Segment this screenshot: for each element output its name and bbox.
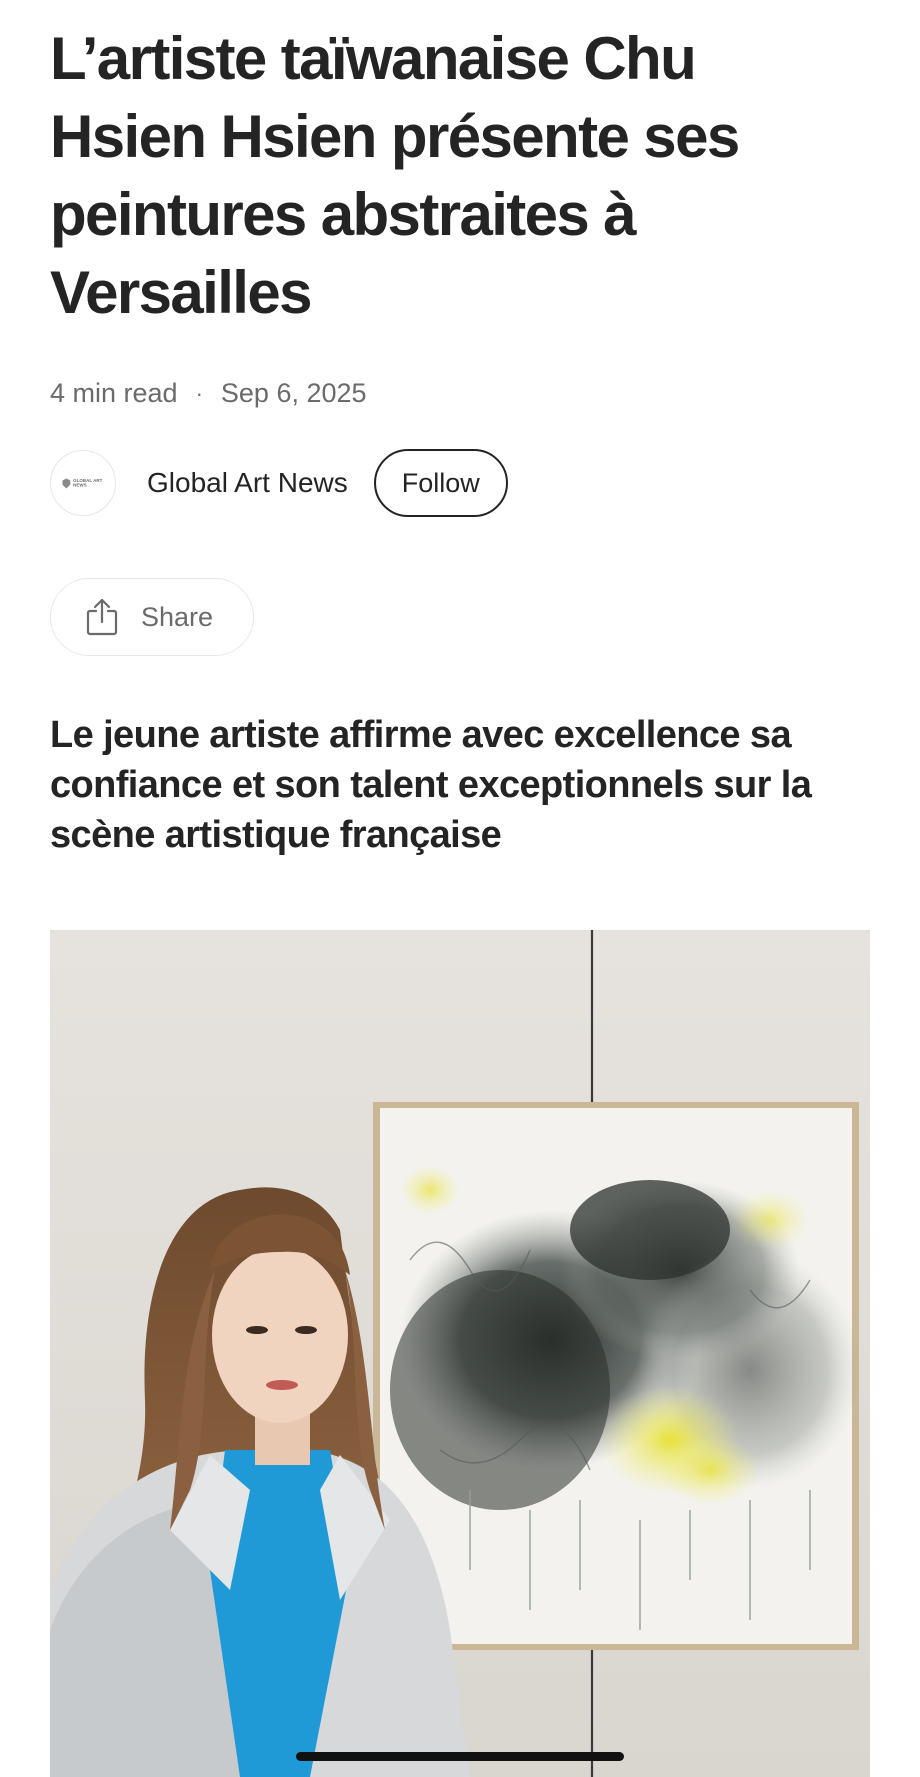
share-label: Share bbox=[141, 601, 214, 632]
author-row: GLOBAL ART NEWS Global Art News Follow bbox=[50, 447, 508, 519]
shield-icon bbox=[62, 478, 71, 488]
publish-date: Sep 6, 2025 bbox=[220, 378, 367, 408]
article-subtitle: Le jeune artiste affirme avec excellence… bbox=[50, 714, 812, 856]
share-button[interactable]: Share bbox=[50, 578, 254, 656]
hero-photo bbox=[50, 930, 870, 1777]
article: L’artiste taïwanaise Chu Hsien Hsien pré… bbox=[50, 0, 870, 1777]
share-icon bbox=[85, 597, 119, 637]
home-indicator[interactable] bbox=[296, 1752, 624, 1761]
article-title: L’artiste taïwanaise Chu Hsien Hsien pré… bbox=[50, 25, 740, 326]
avatar-logo: GLOBAL ART NEWS bbox=[62, 478, 103, 488]
hero-image bbox=[50, 930, 870, 1777]
avatar-logo-text: GLOBAL ART NEWS bbox=[73, 477, 103, 488]
author-avatar[interactable]: GLOBAL ART NEWS bbox=[50, 450, 116, 516]
follow-button[interactable]: Follow bbox=[373, 449, 508, 517]
article-meta: 4 min read · Sep 6, 2025 bbox=[50, 378, 367, 409]
read-time: 4 min read bbox=[50, 378, 178, 408]
meta-separator: · bbox=[195, 380, 203, 406]
author-name-link[interactable]: Global Art News bbox=[147, 467, 348, 499]
